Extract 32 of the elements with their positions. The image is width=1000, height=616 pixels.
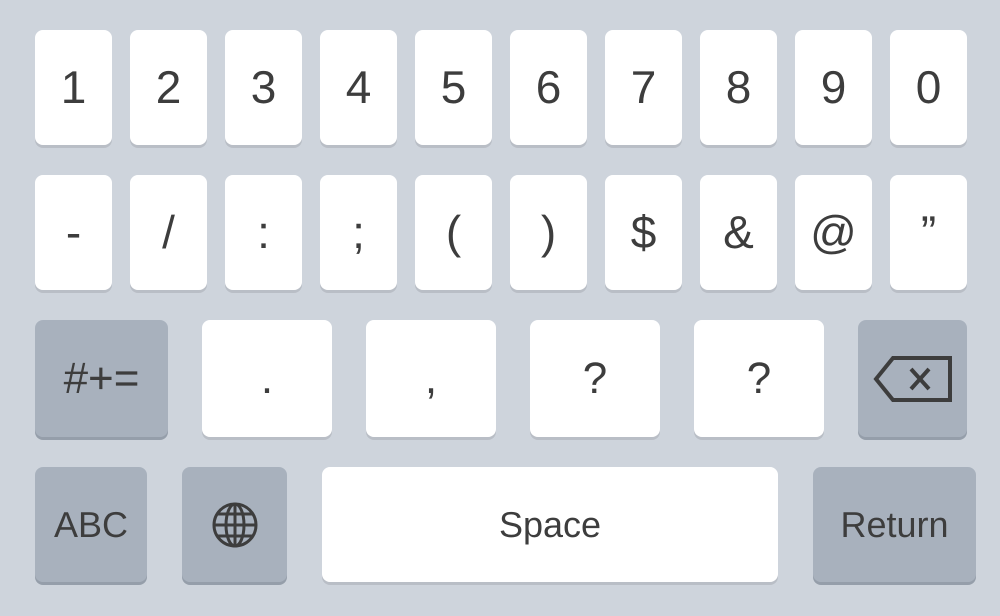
space-key[interactable]: Space bbox=[322, 467, 778, 582]
key[interactable]: 1 bbox=[35, 30, 112, 145]
key[interactable]: 6 bbox=[510, 30, 587, 145]
key[interactable]: 2 bbox=[130, 30, 207, 145]
key[interactable]: 4 bbox=[320, 30, 397, 145]
key[interactable]: ” bbox=[890, 175, 967, 290]
key[interactable]: 3 bbox=[225, 30, 302, 145]
key[interactable]: & bbox=[700, 175, 777, 290]
key[interactable]: 7 bbox=[605, 30, 682, 145]
key[interactable]: - bbox=[35, 175, 112, 290]
key[interactable]: . bbox=[202, 320, 332, 437]
function-key[interactable]: ABC bbox=[35, 467, 147, 582]
key[interactable]: ? bbox=[530, 320, 660, 437]
key[interactable]: 0 bbox=[890, 30, 967, 145]
backspace-icon bbox=[872, 354, 952, 402]
globe-key[interactable] bbox=[182, 467, 287, 582]
key[interactable]: $ bbox=[605, 175, 682, 290]
key[interactable]: ( bbox=[415, 175, 492, 290]
key[interactable]: 9 bbox=[795, 30, 872, 145]
key[interactable]: , bbox=[366, 320, 496, 437]
function-key[interactable]: Return bbox=[813, 467, 976, 582]
key[interactable]: ; bbox=[320, 175, 397, 290]
key[interactable]: / bbox=[130, 175, 207, 290]
key[interactable]: @ bbox=[795, 175, 872, 290]
key[interactable]: : bbox=[225, 175, 302, 290]
backspace-key[interactable] bbox=[858, 320, 967, 437]
key[interactable]: ) bbox=[510, 175, 587, 290]
function-key[interactable]: #+= bbox=[35, 320, 168, 437]
globe-icon bbox=[210, 500, 258, 548]
key[interactable]: ? bbox=[694, 320, 824, 437]
key[interactable]: 8 bbox=[700, 30, 777, 145]
key[interactable]: 5 bbox=[415, 30, 492, 145]
